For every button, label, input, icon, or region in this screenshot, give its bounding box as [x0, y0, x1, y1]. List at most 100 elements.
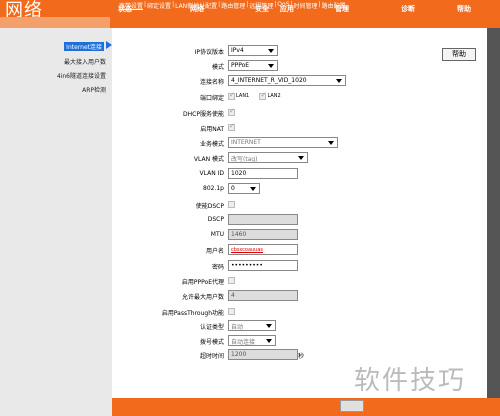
sidebar-item-max-users[interactable]: 最大接入用户数 — [64, 57, 106, 66]
username-input[interactable]: cbsscoauuas — [228, 244, 298, 255]
mode-label: 模式 — [211, 64, 224, 71]
nav-help[interactable]: 帮助 — [457, 4, 471, 14]
passthrough-checkbox[interactable] — [228, 307, 235, 315]
chevron-down-icon — [266, 339, 272, 343]
mtu-label: MTU — [210, 231, 224, 238]
passthrough-label: 启用PassThrough功能 — [161, 310, 224, 317]
row-vlan-mode: VLAN 模式 改写(tag) — [112, 152, 432, 165]
row-port-binding: 端口绑定 LAN1 LAN2 — [112, 91, 432, 104]
dscp-enable-checkbox[interactable] — [228, 200, 235, 208]
timeout-input[interactable]: 1200 — [228, 349, 298, 360]
sub-nav-bar — [0, 17, 500, 28]
lan2-checkbox[interactable] — [259, 91, 267, 100]
sidebar-item-arp[interactable]: ARP检测 — [82, 85, 106, 94]
timeout-label: 超时时间 — [199, 353, 224, 360]
ip-protocol-label: IP协议版本 — [194, 49, 224, 56]
vlan-mode-select[interactable]: 改写(tag) — [228, 152, 308, 163]
bottom-sidebar-fill — [0, 398, 112, 416]
nat-label: 启用NAT — [200, 126, 224, 133]
dscp-input[interactable] — [228, 214, 298, 225]
subnav-lan[interactable]: LAN侧地址配置 — [174, 1, 218, 10]
sub-nav: 宽带设置 | 绑定设置 | LAN侧地址配置 | 路由管理 | 远程管理 | QoS | 时… — [118, 1, 347, 10]
auth-type-label: 认证类型 — [199, 324, 224, 331]
row-conn-name: 连接名称 4_INTERNET_R_VID_1020 — [112, 75, 432, 88]
conn-name-value: 4_INTERNET_R_VID_1020 — [231, 77, 307, 84]
dhcp-checkbox[interactable] — [228, 107, 235, 116]
right-scroll-stripe — [487, 28, 500, 416]
dscp-enable-label: 使能DSCP — [195, 203, 224, 210]
service-mode-label: 业务模式 — [199, 141, 224, 148]
sub-nav-background — [110, 17, 500, 28]
password-input[interactable]: ••••••••• — [228, 260, 298, 271]
sidebar-item-internet[interactable]: Internet连接 — [64, 42, 104, 51]
vlan-id-input[interactable]: 1020 — [228, 168, 298, 179]
dot1p-label: 802.1p — [203, 185, 224, 192]
chevron-down-icon — [336, 79, 342, 83]
row-password: 密码 ••••••••• — [112, 260, 432, 273]
timeout-unit: 秒 — [298, 353, 305, 360]
dial-mode-value: 自动连接 — [231, 339, 256, 346]
subnav-broadband[interactable]: 宽带设置 — [118, 1, 144, 10]
row-service-mode: 业务模式 INTERNET — [112, 137, 432, 150]
row-dscp: DSCP — [112, 214, 432, 227]
port-bind-label: 端口绑定 — [199, 95, 224, 102]
row-max-users: 允许最大用户数 4 — [112, 290, 432, 303]
dscp-label: DSCP — [207, 216, 224, 223]
dot1p-select[interactable]: 0 — [228, 183, 260, 194]
auth-type-value: 自动 — [231, 324, 244, 331]
row-nat: 启用NAT — [112, 122, 432, 135]
chevron-down-icon — [298, 156, 304, 160]
pppoe-proxy-checkbox[interactable] — [228, 276, 235, 284]
subnav-remote[interactable]: 远程管理 — [248, 1, 274, 10]
bottom-button[interactable] — [340, 400, 364, 412]
row-passthrough: 启用PassThrough功能 — [112, 306, 432, 319]
main-form: IP协议版本 IPv4 模式 PPPoE 连接名称 4_INTERNET_R_V… — [112, 28, 432, 416]
pppoe-proxy-label: 启用PPPoE代理 — [181, 279, 224, 286]
row-dial-mode: 拨号模式 自动连接 — [112, 335, 432, 348]
lan1-label: LAN1 — [236, 93, 250, 99]
subnav-routing[interactable]: 路由管理 — [220, 1, 246, 10]
sidebar-item-4in6-tunnel[interactable]: 4in6隧道连接设置 — [57, 71, 106, 80]
nav-diagnostics[interactable]: 诊断 — [401, 4, 415, 14]
port-bind-group: LAN1 LAN2 — [228, 91, 289, 100]
row-pppoe-proxy: 启用PPPoE代理 — [112, 275, 432, 288]
row-dot1p: 802.1p 0 — [112, 183, 432, 196]
row-auth-type: 认证类型 自动 — [112, 320, 432, 333]
vlan-mode-label: VLAN 模式 — [193, 156, 224, 163]
help-button[interactable]: 帮助 — [442, 48, 476, 61]
conn-name-label: 连接名称 — [199, 79, 224, 86]
dhcp-label: DHCP服务使能 — [183, 111, 224, 118]
subnav-binding[interactable]: 绑定设置 — [146, 1, 172, 10]
mtu-input[interactable]: 1460 — [228, 229, 298, 240]
ip-protocol-value: IPv4 — [231, 47, 244, 54]
username-value: cbsscoauuas — [231, 247, 264, 253]
subnav-time[interactable]: 时间管理 — [293, 1, 319, 10]
left-sidebar: Internet连接 最大接入用户数 4in6隧道连接设置 ARP检测 — [0, 28, 112, 416]
watermark-text: 软件技巧 — [352, 360, 469, 397]
mode-value: PPPoE — [231, 62, 250, 69]
nat-checkbox[interactable] — [228, 122, 235, 131]
chevron-down-icon — [266, 324, 272, 328]
dot1p-value: 0 — [231, 185, 235, 192]
row-username: 用户名 cbsscoauuas — [112, 244, 432, 257]
row-mtu: MTU 1460 — [112, 229, 432, 242]
service-mode-select[interactable]: INTERNET — [228, 137, 338, 148]
chevron-down-icon — [268, 64, 274, 68]
vlan-id-label: VLAN ID — [199, 170, 224, 177]
username-label: 用户名 — [205, 248, 224, 255]
lan2-label: LAN2 — [267, 93, 281, 99]
subnav-qos[interactable]: QoS — [276, 1, 290, 10]
service-mode-value: INTERNET — [231, 139, 261, 146]
chevron-down-icon — [328, 141, 334, 145]
conn-name-select[interactable]: 4_INTERNET_R_VID_1020 — [228, 75, 346, 86]
lan1-checkbox[interactable] — [228, 91, 235, 100]
row-vlan-id: VLAN ID 1020 — [112, 168, 432, 181]
ip-protocol-select[interactable]: IPv4 — [228, 45, 278, 56]
row-dscp-enable: 使能DSCP — [112, 199, 432, 212]
dial-mode-select[interactable]: 自动连接 — [228, 335, 276, 346]
max-users-input[interactable]: 4 — [228, 290, 298, 301]
auth-type-select[interactable]: 自动 — [228, 320, 276, 331]
max-users-label: 允许最大用户数 — [181, 294, 224, 301]
subnav-route-config[interactable]: 路由配置 — [321, 1, 347, 10]
mode-select[interactable]: PPPoE — [228, 60, 278, 71]
